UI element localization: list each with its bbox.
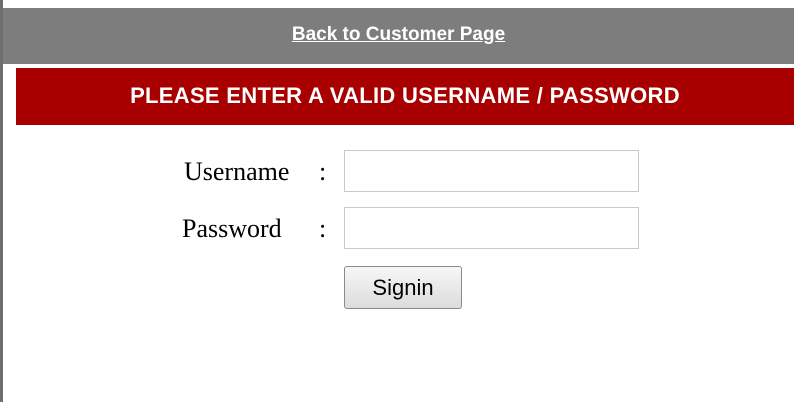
top-nav-bar: Back to Customer Page	[3, 8, 794, 64]
login-frame: Back to Customer Page PLEASE ENTER A VAL…	[0, 0, 794, 402]
username-label: Username	[184, 157, 290, 186]
password-input[interactable]	[344, 207, 639, 249]
username-separator: :	[319, 157, 327, 186]
error-message: PLEASE ENTER A VALID USERNAME / PASSWORD	[130, 83, 680, 108]
password-separator: :	[319, 214, 327, 243]
signin-button[interactable]: Signin	[344, 266, 462, 309]
error-banner: PLEASE ENTER A VALID USERNAME / PASSWORD	[16, 68, 794, 125]
username-input[interactable]	[344, 150, 639, 192]
back-to-customer-page-link[interactable]: Back to Customer Page	[292, 24, 505, 46]
password-label: Password	[182, 214, 282, 243]
